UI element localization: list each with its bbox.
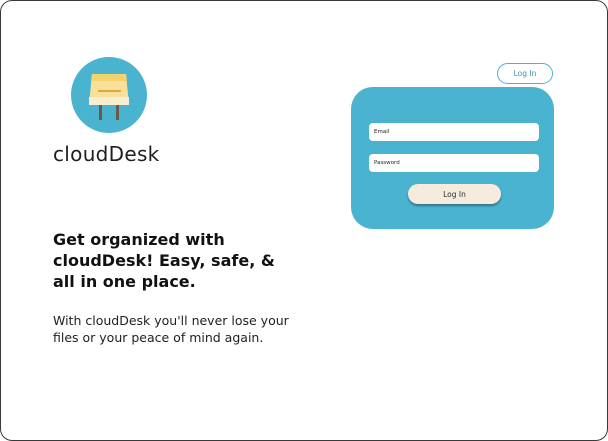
brand-logo [71, 57, 147, 133]
password-field[interactable] [369, 154, 539, 172]
desk-icon [89, 74, 129, 120]
login-submit-button[interactable]: Log In [408, 184, 501, 204]
hero-subtext: With cloudDesk you'll never lose your fi… [53, 313, 289, 345]
email-field[interactable] [369, 123, 539, 141]
header-login-button[interactable]: Log In [497, 63, 553, 84]
hero-headline: Get organized with cloudDesk! Easy, safe… [53, 230, 275, 291]
login-card: Log In [351, 87, 554, 229]
brand-name: cloudDesk [53, 142, 160, 166]
page-frame: cloudDesk Get organized with cloudDesk! … [0, 0, 608, 441]
